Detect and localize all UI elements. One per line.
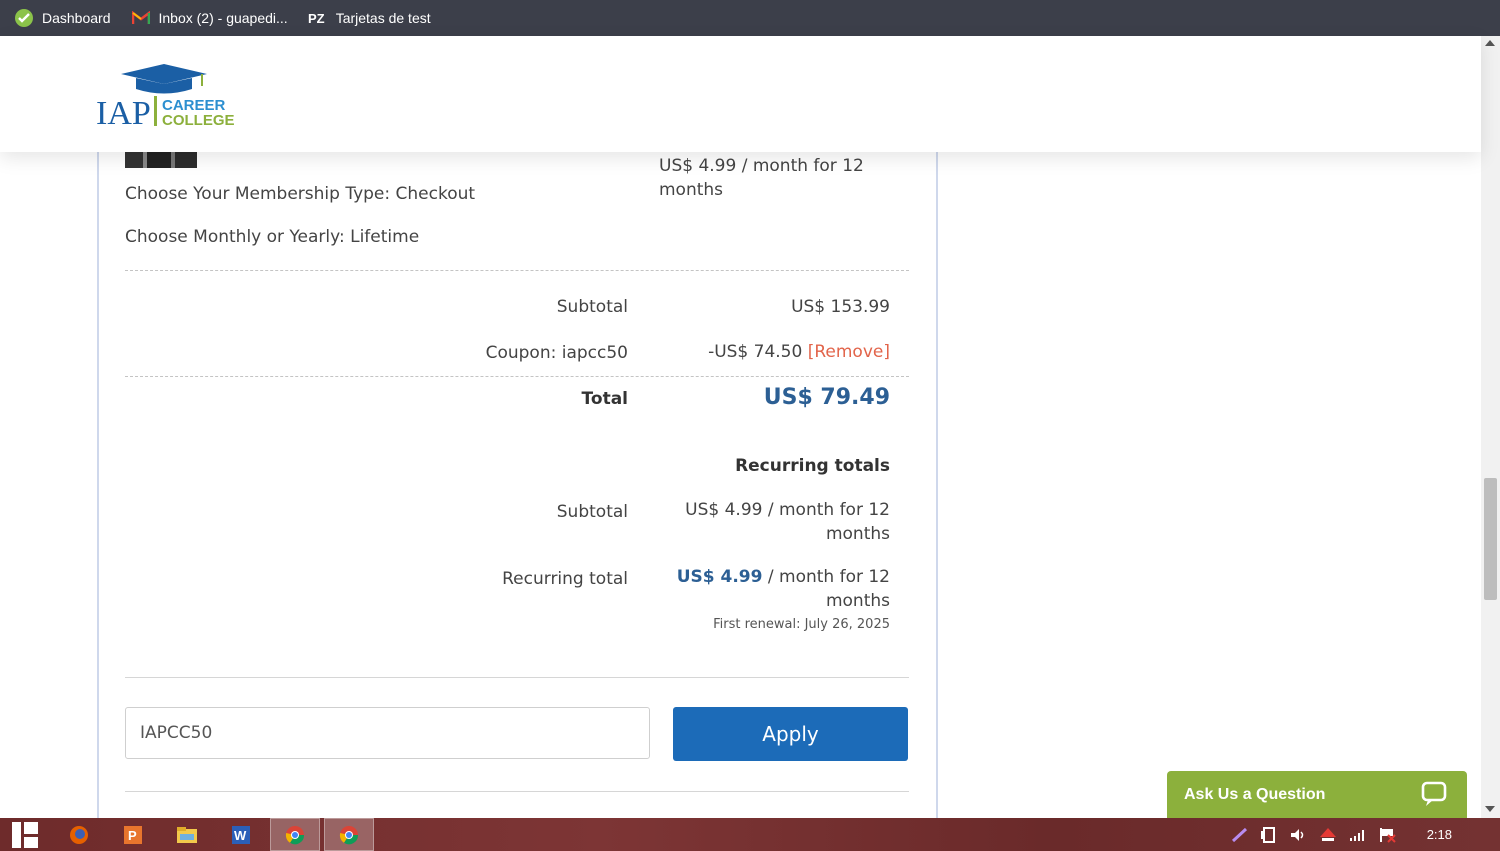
coupon-discount: -US$ 74.50 (708, 342, 803, 362)
recurring-total-rest: / month for 12 (762, 567, 890, 587)
ask-question-label: Ask Us a Question (1184, 785, 1326, 803)
checkout-page: US$ 4.99 / month for 12 months Choose Yo… (0, 152, 1481, 818)
membership-type: Choose Your Membership Type: Checkout (125, 184, 476, 204)
powerpoint-icon[interactable]: P (108, 818, 158, 851)
bookmark-tarjetas[interactable]: PZ Tarjetas de test (308, 8, 431, 28)
recurring-total-line2: months (825, 591, 890, 611)
recurring-subtotal-line2: months (825, 524, 890, 544)
start-tiles-icon[interactable] (0, 818, 50, 851)
bookmark-label: Tarjetas de test (335, 10, 431, 26)
coupon-value-row: -US$ 74.50 [Remove] (708, 342, 890, 362)
subtotal-value: US$ 153.99 (791, 297, 890, 317)
volume-icon[interactable] (1289, 827, 1307, 843)
svg-text:W: W (234, 828, 247, 843)
pen-icon[interactable] (1231, 827, 1249, 843)
recurring-total-label: Recurring total (502, 569, 628, 589)
recurring-subtotal-line1: US$ 4.99 / month for 12 (685, 500, 890, 520)
network-alert-icon[interactable] (1319, 827, 1337, 843)
action-center-flag-icon[interactable] (1379, 827, 1397, 843)
iap-career-college-logo[interactable]: IAP CAREER COLLEGE (96, 62, 236, 132)
bookmark-label: Dashboard (42, 10, 111, 26)
ask-question-widget[interactable]: Ask Us a Question (1167, 771, 1467, 818)
svg-text:PZ: PZ (308, 11, 325, 25)
total-value: US$ 79.49 (763, 385, 890, 410)
firefox-icon[interactable] (54, 818, 104, 851)
svg-text:COLLEGE: COLLEGE (162, 112, 235, 128)
coupon-code-input[interactable]: IAPCC50 (125, 707, 650, 759)
chrome-icon[interactable] (270, 818, 320, 851)
item-price-line2: months (659, 180, 724, 200)
recurring-total-line1: US$ 4.99 / month for 12 (677, 567, 890, 587)
scroll-thumb[interactable] (1484, 478, 1497, 600)
device-icon[interactable] (1260, 826, 1277, 844)
item-price-line1: US$ 4.99 / month for 12 (659, 156, 864, 176)
windows-taskbar: P W 2:18 (0, 818, 1500, 851)
bookmark-dashboard[interactable]: Dashboard (14, 8, 111, 28)
dashboard-check-icon (14, 8, 34, 28)
system-tray: 2:18 (1231, 818, 1500, 851)
bookmarks-bar: Dashboard Inbox (2) - guapedi... PZ Tarj… (0, 0, 1500, 36)
divider (125, 677, 909, 678)
bookmark-inbox[interactable]: Inbox (2) - guapedi... (131, 8, 288, 28)
gmail-icon (131, 8, 151, 28)
svg-text:P: P (128, 828, 137, 843)
word-icon[interactable]: W (216, 818, 266, 851)
chrome-icon[interactable] (324, 818, 374, 851)
remove-coupon-link[interactable]: [Remove] (808, 342, 890, 362)
site-header: IAP CAREER COLLEGE (0, 36, 1481, 152)
clock-time[interactable]: 2:18 (1427, 827, 1452, 842)
divider (125, 376, 909, 377)
pz-icon: PZ (308, 8, 328, 28)
recurring-total-amount: US$ 4.99 (676, 567, 763, 587)
product-thumbnail (125, 152, 197, 168)
recurring-totals-heading: Recurring totals (735, 456, 890, 476)
total-label: Total (581, 389, 628, 409)
monthly-yearly: Choose Monthly or Yearly: Lifetime (125, 227, 420, 247)
divider (125, 791, 909, 792)
page-scrollbar[interactable] (1481, 36, 1500, 818)
svg-text:IAP: IAP (96, 95, 151, 128)
recurring-subtotal-label: Subtotal (556, 502, 628, 522)
divider (125, 270, 909, 271)
scroll-down-arrow-icon[interactable] (1485, 806, 1495, 812)
first-renewal: First renewal: July 26, 2025 (713, 617, 890, 632)
apply-coupon-button[interactable]: Apply (673, 707, 908, 761)
file-explorer-icon[interactable] (162, 818, 212, 851)
subtotal-label: Subtotal (556, 297, 628, 317)
coupon-label: Coupon: iapcc50 (485, 343, 628, 363)
bookmark-label: Inbox (2) - guapedi... (158, 10, 288, 26)
signal-icon[interactable] (1349, 828, 1367, 842)
scroll-up-arrow-icon[interactable] (1485, 40, 1495, 46)
chat-bubble-icon (1421, 781, 1449, 812)
